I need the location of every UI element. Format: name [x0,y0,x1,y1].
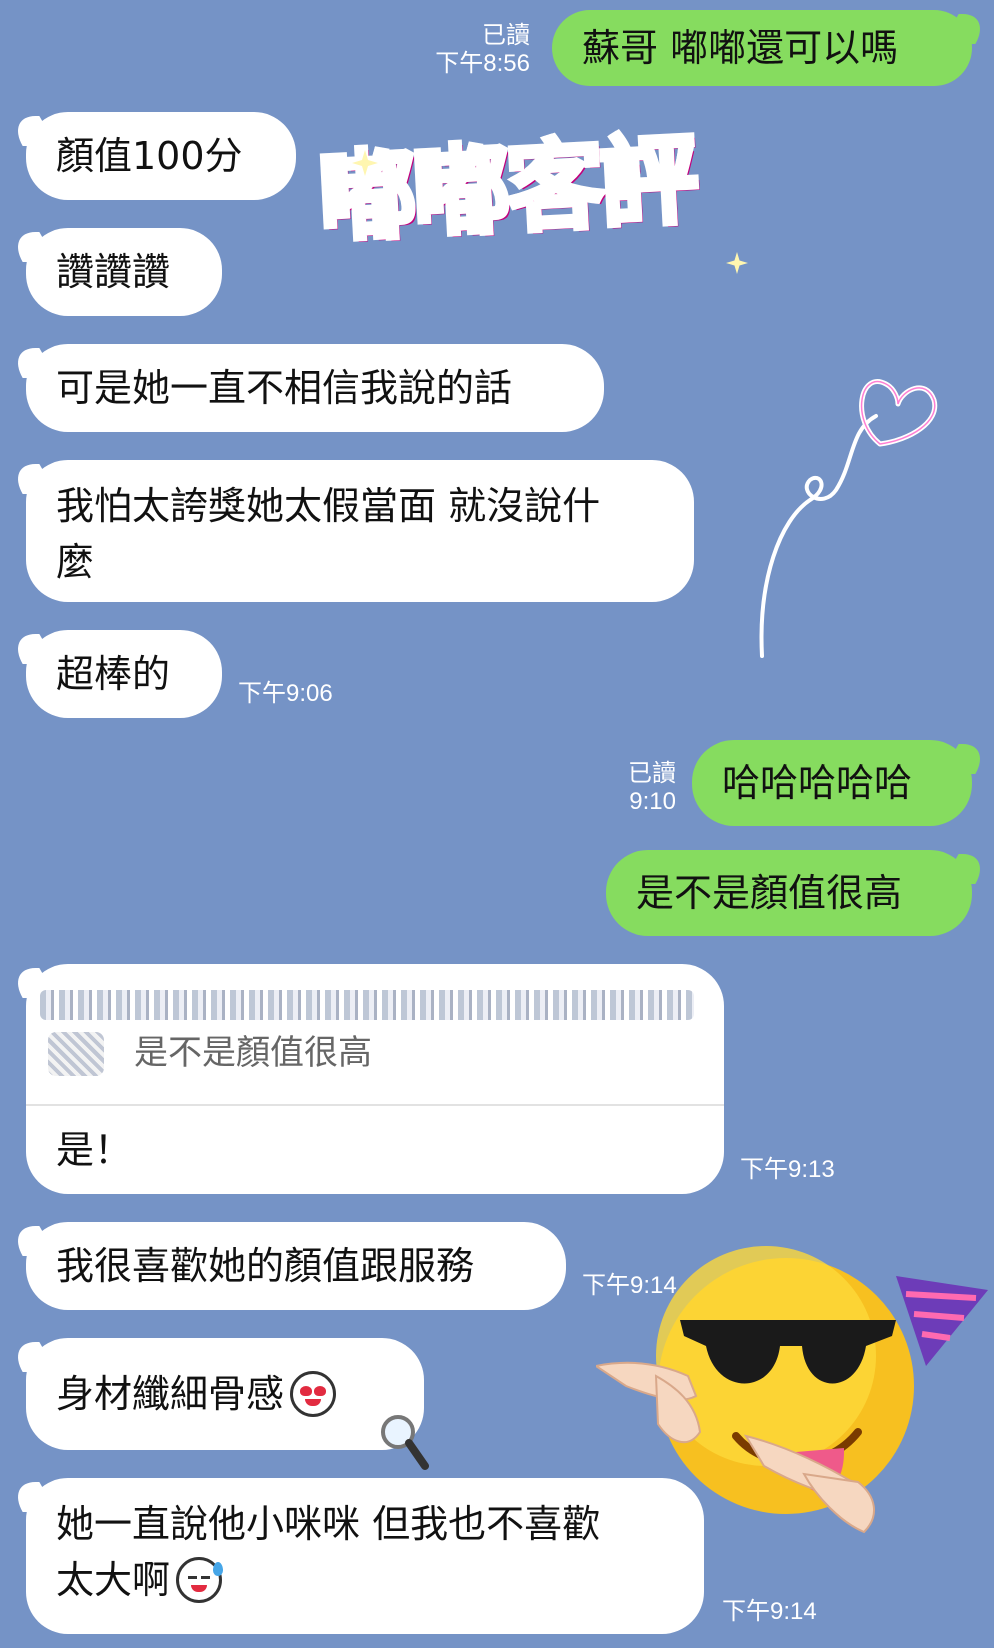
sparkle-icon [726,252,748,274]
message-text: 讚讚讚 [56,250,171,294]
incoming-message-bubble[interactable]: 可是她一直不相信我說的話 [26,344,604,432]
incoming-message-bubble[interactable]: 我怕太誇獎她太假當面 就沒說什 麼 [26,460,694,602]
incoming-message-bubble[interactable]: 我很喜歡她的顏值跟服務 [26,1222,566,1310]
outgoing-message-bubble[interactable]: 哈哈哈哈哈 [692,740,972,826]
reply-message-bubble[interactable]: 是不是顏值很高 是！ [26,964,724,1194]
message-text: 顏值100分 [56,134,243,178]
outgoing-message-bubble[interactable]: 蘇哥 嘟嘟還可以嗎 [552,10,972,86]
read-receipt: 已讀 9:10 [596,760,676,816]
review-title-stamp: 嘟嘟客評 [313,121,699,260]
outgoing-message-bubble[interactable]: 是不是顏值很高 [606,850,972,936]
message-text: 超棒的 [56,652,171,696]
message-text: 身材纖細骨感 [56,1372,285,1416]
quoted-message[interactable]: 是不是顏值很高 [26,964,724,1106]
message-text-line: 麼 [56,540,95,584]
quoted-text: 是不是顏值很高 [134,1033,372,1073]
message-text: 蘇哥 嘟嘟還可以嗎 [582,26,899,70]
message-text-line: 她一直說他小咪咪 但我也不喜歡 [56,1502,601,1546]
message-time: 9:10 [629,788,676,815]
incoming-message-bubble[interactable]: 讚讚讚 [26,228,222,316]
sparkle-icon [352,150,378,176]
message-time: 下午9:06 [238,680,333,707]
message-text: 可是她一直不相信我說的話 [56,366,513,410]
message-text-line: 太大啊 [56,1552,224,1608]
redacted-sender [40,990,694,1020]
message-text: 是不是顏值很高 [636,871,903,915]
message-text: 哈哈哈哈哈 [722,761,913,805]
incoming-message-bubble[interactable]: 身材纖細骨感 [26,1338,424,1450]
message-time: 下午9:13 [740,1156,835,1183]
incoming-message-bubble[interactable]: 顏值100分 [26,112,296,200]
heart-eyes-face-icon [290,1371,337,1417]
message-time: 下午9:14 [722,1598,817,1625]
incoming-message-bubble[interactable]: 超棒的 [26,630,222,718]
avatar [48,1032,104,1076]
chat-screen: { "messages": { "m1": {"text": "蘇哥 嘟嘟還可以… [0,0,994,1648]
sweat-face-icon [176,1557,224,1603]
read-receipt: 已讀 下午8:56 [420,22,530,78]
message-text: 是！ [56,1128,133,1172]
message-time: 下午8:56 [435,50,530,77]
message-text: 我很喜歡她的顏值跟服務 [56,1244,475,1288]
heart-doodle-icon [759,379,938,658]
message-text-line: 我怕太誇獎她太假當面 就沒說什 [56,484,601,528]
incoming-message-bubble[interactable]: 她一直說他小咪咪 但我也不喜歡 太大啊 [26,1478,704,1634]
magnifier-icon [381,1415,429,1470]
